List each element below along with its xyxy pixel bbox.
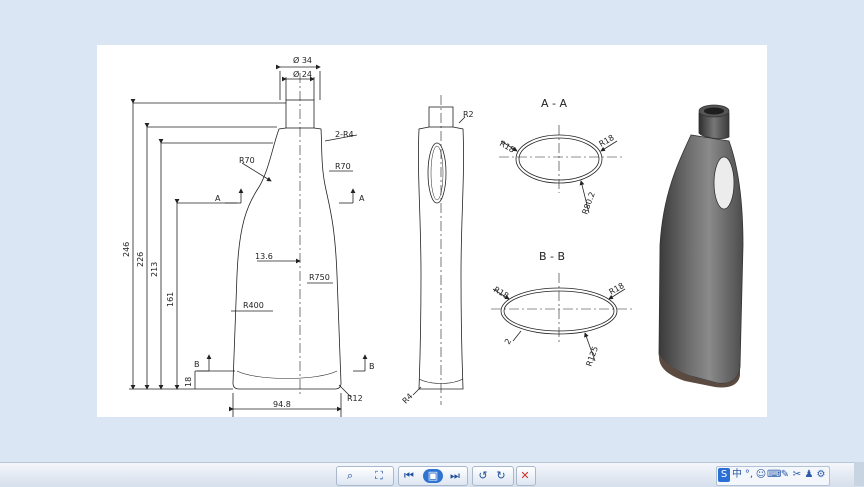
dim-height-18: 18 [184, 377, 193, 387]
section-b-b-title: B - B [539, 250, 565, 263]
dim-width: 94.8 [273, 400, 291, 409]
zoom-icon[interactable]: ⌕ [339, 469, 361, 483]
drawing-sheet: Ø 34 Ø 24 246 226 213 161 18 94.8 13.6 R… [97, 45, 767, 417]
section-mark-a-right: A [359, 194, 365, 203]
fit-to-window-icon[interactable]: ⛶ [371, 469, 387, 483]
navigation-controls: ⏮ ▣ ⏭ [398, 466, 468, 486]
dim-r4: R4 [401, 392, 415, 406]
dim-r70-left: R70 [239, 156, 255, 165]
dim-height-226: 226 [136, 252, 145, 267]
skin-icon[interactable]: ✎ [779, 468, 791, 482]
chinese-mode-icon[interactable]: 中 [731, 468, 743, 482]
technical-drawing: Ø 34 Ø 24 246 226 213 161 18 94.8 13.6 R… [122, 55, 744, 417]
front-view [129, 64, 368, 417]
side-view-labels: R2 R4 [401, 110, 474, 405]
dim-base-radius: R12 [347, 394, 363, 403]
dim-r750: R750 [309, 273, 330, 282]
front-view-labels: Ø 34 Ø 24 246 226 213 161 18 94.8 13.6 R… [122, 55, 375, 409]
settings-icon[interactable]: ⚙ [815, 468, 827, 482]
dim-height-213: 213 [150, 262, 159, 277]
previous-image-icon[interactable]: ⏮ [401, 469, 417, 483]
emoji-icon[interactable]: ☺ [755, 468, 767, 482]
section-a-a-r18-right: R18 [598, 133, 616, 149]
section-b-b-wall: 2 [503, 337, 513, 346]
rotate-controls: ↺ ↻ [472, 466, 514, 486]
dim-height-246: 246 [122, 242, 131, 257]
dim-offset: 13.6 [255, 252, 273, 261]
dim-neck-radius: 2-R4 [335, 130, 354, 139]
scrollbar[interactable] [854, 462, 864, 486]
ime-logo-icon[interactable]: S [718, 468, 730, 482]
side-view [412, 95, 466, 405]
section-a-a-title: A - A [541, 97, 567, 110]
dim-dia-outer: Ø 34 [293, 55, 312, 65]
keyboard-icon[interactable]: ⌨ [767, 468, 781, 482]
shirt-icon[interactable]: ♟ [803, 468, 815, 482]
section-a-a-r18-left: R18 [498, 139, 516, 155]
section-mark-b-left: B [194, 360, 200, 369]
section-mark-b-right: B [369, 362, 375, 371]
section-b-b-r125: R125 [584, 345, 600, 368]
rotate-right-icon[interactable]: ↻ [493, 469, 509, 483]
punctuation-icon[interactable]: °, [743, 468, 755, 482]
rotate-left-icon[interactable]: ↺ [475, 469, 491, 483]
section-mark-a-left: A [215, 194, 221, 203]
dim-r400: R400 [243, 301, 264, 310]
dim-r70-right: R70 [335, 162, 351, 171]
ime-toolbar: S 中 °, ☺ ⌨ ✎ ✂ ♟ ⚙ [716, 466, 830, 486]
next-image-icon[interactable]: ⏭ [447, 469, 463, 483]
bottle-3d-render [658, 104, 744, 388]
delete-control: ✕ [516, 466, 536, 486]
dim-r2: R2 [463, 110, 474, 119]
section-a-a-labels: A - A R18 R18 R80.2 [498, 97, 616, 216]
section-a-a-r80: R80.2 [580, 191, 596, 216]
slideshow-icon[interactable]: ▣ [423, 469, 443, 483]
dim-dia-inner: Ø 24 [293, 69, 312, 79]
delete-icon[interactable]: ✕ [517, 469, 533, 483]
viewer-toolbar: ⌕ ⛶ ⏮ ▣ ⏭ ↺ ↻ ✕ S 中 °, ☺ ⌨ ✎ ✂ ♟ ⚙ [0, 462, 864, 487]
zoom-controls: ⌕ ⛶ [336, 466, 394, 486]
dim-height-161: 161 [166, 292, 175, 307]
tools-icon[interactable]: ✂ [791, 468, 803, 482]
image-viewer: Ø 34 Ø 24 246 226 213 161 18 94.8 13.6 R… [0, 0, 864, 462]
